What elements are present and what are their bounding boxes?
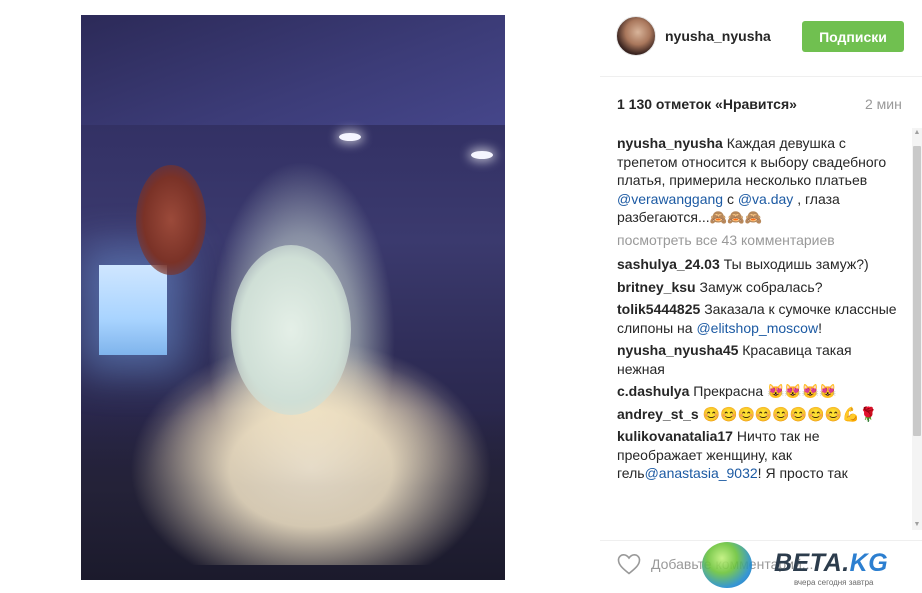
comment-mention[interactable]: @anastasia_9032 <box>645 465 758 481</box>
ceiling-light <box>339 133 361 141</box>
comment-text: ! <box>818 319 822 336</box>
photo-ceiling <box>81 15 505 125</box>
post-time[interactable]: 2 мин <box>865 96 902 112</box>
watermark-brand-main: BETA. <box>774 549 850 577</box>
watermark-tagline: вчера сегодня завтра <box>794 578 874 587</box>
comments-list[interactable]: nyusha_nyusha Каждая девушка с трепетом … <box>617 134 897 528</box>
likes-count[interactable]: 1 130 отметок «Нравится» <box>617 96 797 112</box>
list-item: c.dashulya Прекрасна 😻😻😻😻 <box>617 382 897 401</box>
post-photo[interactable] <box>81 15 505 580</box>
scroll-up-arrow-icon[interactable]: ▲ <box>912 128 922 138</box>
comment-user[interactable]: britney_ksu <box>617 279 696 295</box>
comment-text: Прекрасна 😻😻😻😻 <box>693 383 837 399</box>
caption: nyusha_nyusha Каждая девушка с трепетом … <box>617 134 897 227</box>
dress-bodice <box>231 245 351 415</box>
header-divider <box>600 76 922 77</box>
model-hair <box>136 165 206 275</box>
watermark-brand: BETA.KG <box>774 549 888 578</box>
follow-button[interactable]: Подписки <box>802 21 904 52</box>
caption-mention[interactable]: @verawanggang <box>617 191 723 207</box>
comment-user[interactable]: sashulya_24.03 <box>617 256 720 272</box>
comment-mention[interactable]: @elitshop_moscow <box>696 320 818 336</box>
comment-user[interactable]: nyusha_nyusha45 <box>617 342 738 358</box>
caption-user[interactable]: nyusha_nyusha <box>617 135 723 151</box>
scroll-down-arrow-icon[interactable]: ▼ <box>912 520 922 530</box>
comment-text: Замуж собралась? <box>699 278 823 295</box>
comment-text: 😊😊😊😊😊😊😊😊💪🌹 <box>702 405 877 422</box>
list-item: britney_ksu Замуж собралась? <box>617 278 897 297</box>
ceiling-light <box>471 151 493 159</box>
post-username[interactable]: nyusha_nyusha <box>665 28 771 44</box>
list-item: tolik5444825 Заказала к сумочке классные… <box>617 300 897 337</box>
comments-scrollbar[interactable]: ▲ ▼ <box>912 128 922 530</box>
comment-user[interactable]: kulikovanatalia17 <box>617 428 733 444</box>
list-item: kulikovanatalia17 Ничто так не преобража… <box>617 427 897 483</box>
globe-logo-icon <box>702 542 752 588</box>
list-item: sashulya_24.03 Ты выходишь замуж?) <box>617 255 897 274</box>
comment-user[interactable]: andrey_st_s <box>617 406 699 422</box>
heart-outline-icon[interactable] <box>617 553 641 575</box>
caption-mention[interactable]: @va.day <box>738 191 793 207</box>
comment-text: Ты выходишь замуж?) <box>723 256 869 272</box>
scroll-thumb[interactable] <box>913 146 921 436</box>
list-item: nyusha_nyusha45 Красавица такая нежная <box>617 341 897 378</box>
view-all-comments-link[interactable]: посмотреть все 43 комментариев <box>617 231 897 250</box>
comment-user[interactable]: tolik5444825 <box>617 301 700 317</box>
list-item: andrey_st_s 😊😊😊😊😊😊😊😊💪🌹 <box>617 405 897 424</box>
avatar[interactable] <box>616 16 656 56</box>
watermark: BETA.KG вчера сегодня завтра <box>702 540 922 590</box>
comment-user[interactable]: c.dashulya <box>617 383 689 399</box>
caption-text: с <box>723 190 738 207</box>
watermark-brand-suffix: KG <box>849 549 889 577</box>
comment-text: ! Я просто так <box>757 465 848 481</box>
